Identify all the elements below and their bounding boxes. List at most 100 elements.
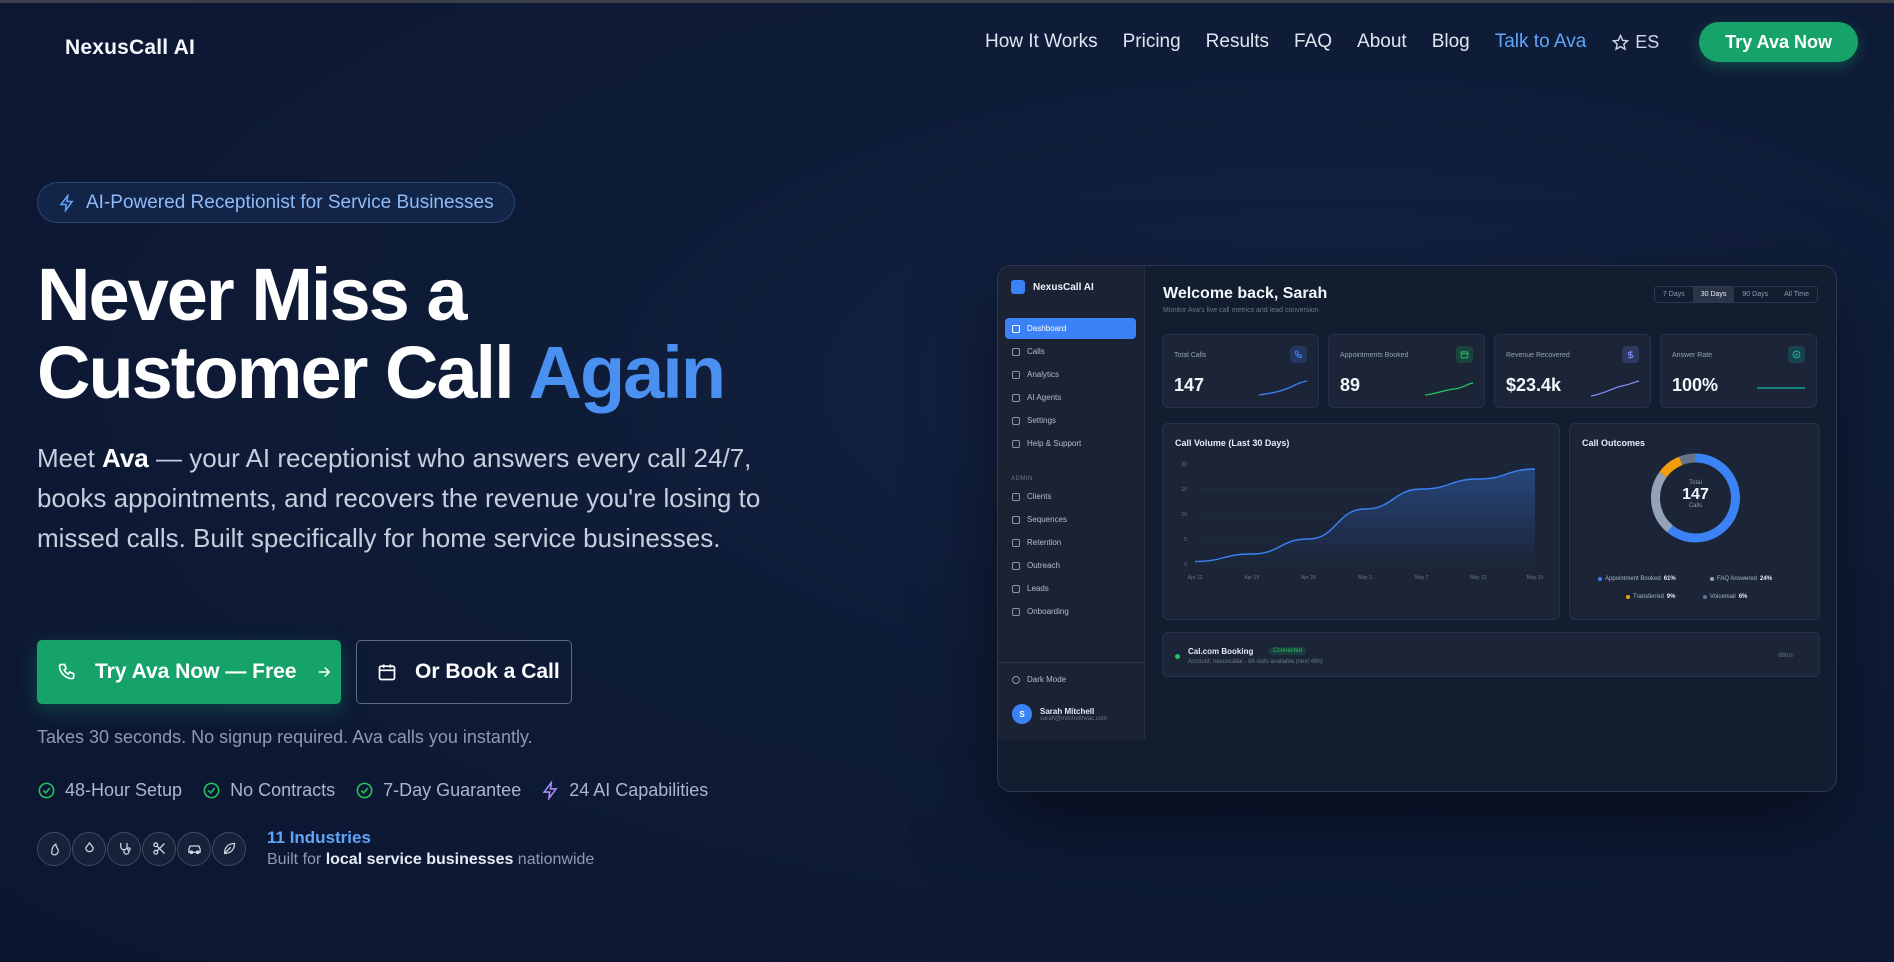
industries-sub-suffix: nationwide bbox=[513, 851, 595, 868]
sidebar-item-label: Calls bbox=[1027, 347, 1045, 356]
try-ava-free-button[interactable]: Try Ava Now — Free bbox=[37, 640, 341, 704]
language-label: ES bbox=[1635, 31, 1660, 52]
sidebar-item-onboarding[interactable]: Onboarding bbox=[1005, 601, 1136, 622]
y-tick-label: 20 bbox=[1181, 462, 1187, 468]
range-30-days[interactable]: 30 Days bbox=[1692, 287, 1735, 302]
nav-blog[interactable]: Blog bbox=[1432, 31, 1470, 53]
call-outcomes-title: Call Outcomes bbox=[1582, 438, 1646, 448]
kpi-sparkline bbox=[1258, 380, 1308, 396]
legend-swatch bbox=[1703, 595, 1707, 599]
sidebar-item-clients[interactable]: Clients bbox=[1005, 486, 1136, 507]
x-tick-label: May 7 bbox=[1415, 575, 1429, 581]
try-ava-free-label: Try Ava Now — Free bbox=[95, 660, 297, 683]
cta-note: Takes 30 seconds. No signup required. Av… bbox=[37, 727, 533, 747]
logo[interactable]: NexusCall AI bbox=[65, 36, 195, 60]
nav-faq[interactable]: FAQ bbox=[1294, 31, 1332, 53]
dashboard-logo: NexusCall AI bbox=[1011, 280, 1094, 294]
kpi-sparkline bbox=[1424, 382, 1474, 396]
sidebar-item-settings[interactable]: Settings bbox=[1005, 410, 1136, 431]
dashboard-app-name: NexusCall AI bbox=[1033, 281, 1094, 293]
phone-icon bbox=[1012, 347, 1020, 356]
kpi-label: Answer Rate bbox=[1672, 352, 1713, 359]
hero-lead: Meet Ava — your AI receptionist who answ… bbox=[37, 438, 797, 558]
sidebar-item-calls[interactable]: Calls bbox=[1005, 341, 1136, 362]
lead-prefix: Meet bbox=[37, 443, 103, 473]
feature-label: 48-Hour Setup bbox=[65, 780, 183, 800]
legend-value: 6% bbox=[1738, 594, 1748, 600]
feature-item: No Contracts bbox=[202, 780, 335, 801]
sidebar-item-help[interactable]: Help & Support bbox=[1005, 433, 1136, 454]
sidebar-item-dashboard[interactable]: Dashboard bbox=[1005, 318, 1136, 339]
feature-item: 24 AI Capabilities bbox=[541, 780, 708, 801]
top-nav: NexusCall AI How It Works Pricing Result… bbox=[0, 0, 1894, 84]
dollar-icon bbox=[1622, 346, 1639, 363]
user-profile[interactable]: S Sarah Mitchell sarah@mitchellhvac.com bbox=[1012, 704, 1107, 724]
sidebar-item-label: Help & Support bbox=[1027, 439, 1082, 448]
file-icon bbox=[1012, 607, 1020, 616]
nav-results[interactable]: Results bbox=[1206, 31, 1269, 53]
status-dot bbox=[1175, 654, 1180, 659]
legend-swatch bbox=[1710, 577, 1714, 581]
donut-slice bbox=[1659, 456, 1683, 478]
kpi-sparkline bbox=[1590, 380, 1640, 397]
legend-label: Transferred bbox=[1633, 594, 1664, 600]
book-call-button[interactable]: Or Book a Call bbox=[356, 640, 572, 704]
scissors-icon bbox=[142, 831, 176, 866]
nav-how-it-works[interactable]: How It Works bbox=[985, 31, 1098, 53]
nav-pricing[interactable]: Pricing bbox=[1123, 31, 1181, 53]
range-selector: 7 Days 30 Days 90 Days All Time bbox=[1653, 286, 1818, 303]
kpi-card: Revenue Recovered $23.4k bbox=[1494, 334, 1651, 408]
booking-latency: 68ms bbox=[1778, 653, 1793, 659]
book-call-label: Or Book a Call bbox=[415, 660, 560, 683]
sidebar-item-label: Sequences bbox=[1027, 515, 1068, 524]
sidebar-admin-label: ADMIN bbox=[1011, 476, 1033, 482]
dark-mode-label: Dark Mode bbox=[1027, 675, 1067, 684]
nav-about[interactable]: About bbox=[1357, 31, 1407, 53]
industries-title[interactable]: 11 Industries bbox=[267, 828, 594, 848]
dark-mode-toggle[interactable]: Dark Mode bbox=[1012, 675, 1066, 684]
lead-name: Ava bbox=[102, 443, 149, 473]
check-circle-icon bbox=[38, 782, 55, 799]
legend-item: FAQ Answered 24% bbox=[1710, 576, 1772, 582]
y-tick-label: 10 bbox=[1181, 512, 1187, 518]
x-tick-label: May 3 bbox=[1358, 575, 1372, 581]
user-email: sarah@mitchellhvac.com bbox=[1040, 715, 1108, 722]
industry-icons bbox=[37, 831, 247, 866]
hero-title-accent: Again bbox=[528, 331, 727, 414]
kpi-value: 147 bbox=[1174, 375, 1205, 395]
industries-row: 11 Industries Built for local service bu… bbox=[37, 828, 594, 869]
sidebar-item-analytics[interactable]: Analytics bbox=[1005, 364, 1136, 385]
kpi-card: Answer Rate 100% bbox=[1660, 334, 1817, 408]
sidebar-item-retention[interactable]: Retention bbox=[1005, 532, 1136, 553]
sidebar-item-sequences[interactable]: Sequences bbox=[1005, 509, 1136, 530]
donut-slice bbox=[1651, 471, 1674, 533]
users-icon bbox=[1012, 492, 1020, 501]
range-7-days[interactable]: 7 Days bbox=[1655, 287, 1693, 302]
shield-icon bbox=[1012, 538, 1020, 547]
check-circle-icon bbox=[1788, 346, 1805, 363]
language-switch[interactable]: ES bbox=[1612, 32, 1659, 53]
range-90-days[interactable]: 90 Days bbox=[1734, 287, 1776, 302]
booking-title: Cal.com Booking bbox=[1188, 647, 1254, 656]
call-volume-chart: 0 5 10 15 20 Apr 12 Apr 19 Apr 26 May 3 May 7 May … bbox=[1181, 462, 1543, 581]
nav-talk-to-ava[interactable]: Talk to Ava bbox=[1495, 31, 1587, 53]
donut-slice bbox=[1667, 453, 1740, 543]
range-all-time[interactable]: All Time bbox=[1776, 287, 1817, 302]
lightning-icon bbox=[59, 193, 74, 212]
sidebar-item-outreach[interactable]: Outreach bbox=[1005, 555, 1136, 576]
mail-icon bbox=[1012, 515, 1020, 524]
feature-label: No Contracts bbox=[230, 780, 336, 800]
feature-item: 7-Day Guarantee bbox=[355, 780, 521, 801]
nav-try-ava-button[interactable]: Try Ava Now bbox=[1699, 22, 1858, 62]
kpi-label: Appointments Booked bbox=[1340, 352, 1409, 359]
sidebar-item-label: Onboarding bbox=[1027, 607, 1069, 616]
kpi-value: 89 bbox=[1340, 375, 1361, 395]
sidebar-item-ai-agents[interactable]: AI Agents bbox=[1005, 387, 1136, 408]
top-border bbox=[0, 0, 1894, 3]
sidebar-item-leads[interactable]: Leads bbox=[1005, 578, 1136, 599]
booking-integration: Cal.com Booking Connected Account: nexus… bbox=[1162, 632, 1820, 677]
legend-item: Transferred 9% bbox=[1626, 594, 1675, 600]
calendar-icon bbox=[378, 664, 396, 681]
welcome-title: Welcome back, Sarah bbox=[1163, 285, 1328, 302]
legend-item: Appointment Booked 61% bbox=[1598, 576, 1676, 582]
